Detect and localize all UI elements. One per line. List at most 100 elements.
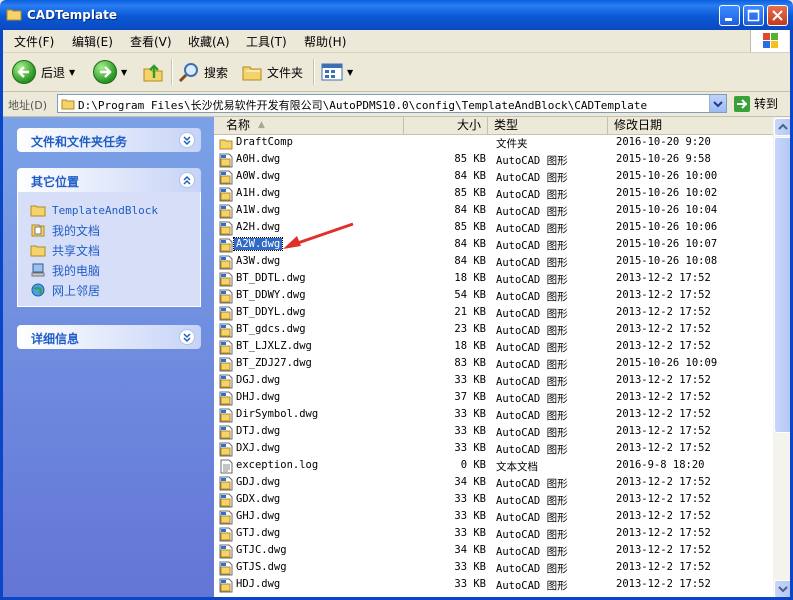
- close-button[interactable]: [767, 5, 788, 26]
- explorer-window: CADTemplate 文件(F) 编辑(E) 查看(V) 收藏(A) 工具(T…: [0, 0, 793, 600]
- file-row[interactable]: BT_ZDJ27.dwg 83 KB AutoCAD 图形 2015-10-26 10…: [214, 356, 774, 373]
- file-row[interactable]: GDJ.dwg 34 KB AutoCAD 图形 2013-12-2 17:52: [214, 475, 774, 492]
- search-button[interactable]: 搜索: [178, 57, 228, 87]
- column-date[interactable]: 修改日期: [608, 117, 774, 134]
- link-network-places[interactable]: 网上邻居: [30, 280, 200, 300]
- file-date: 2013-12-2 17:52: [616, 544, 711, 556]
- minimize-button[interactable]: [719, 5, 740, 26]
- folders-icon: [242, 66, 262, 81]
- panel-title: 文件和文件夹任务: [31, 135, 128, 149]
- panel-header[interactable]: 文件和文件夹任务: [17, 128, 201, 152]
- address-input[interactable]: D:\Program Files\长沙优易软件开发有限公司\AutoPDMS10…: [57, 94, 727, 113]
- title-bar[interactable]: CADTemplate: [0, 0, 793, 30]
- autocad-file-icon: [219, 187, 233, 202]
- file-type: AutoCAD 图形: [496, 529, 568, 541]
- file-row[interactable]: A0H.dwg 85 KB AutoCAD 图形 2015-10-26 9:58: [214, 152, 774, 169]
- file-row[interactable]: HDJ.dwg 33 KB AutoCAD 图形 2013-12-2 17:52: [214, 577, 774, 594]
- menu-edit[interactable]: 编辑(E): [72, 33, 113, 50]
- collapse-chevron-icon[interactable]: [179, 172, 195, 188]
- column-type[interactable]: 类型: [488, 117, 608, 134]
- autocad-file-icon: [219, 374, 233, 389]
- menu-favorites[interactable]: 收藏(A): [188, 33, 230, 50]
- file-size: 37 KB: [454, 391, 486, 403]
- windows-logo-icon: [750, 30, 789, 52]
- file-row[interactable]: DTJ.dwg 33 KB AutoCAD 图形 2013-12-2 17:52: [214, 424, 774, 441]
- window-title: CADTemplate: [27, 8, 117, 22]
- back-dropdown-icon[interactable]: ▼: [69, 68, 75, 77]
- link-my-computer[interactable]: 我的电脑: [30, 260, 200, 280]
- back-arrow-icon: [12, 60, 36, 84]
- file-row[interactable]: DGJ.dwg 33 KB AutoCAD 图形 2013-12-2 17:52: [214, 373, 774, 390]
- menu-view[interactable]: 查看(V): [130, 33, 172, 50]
- link-my-documents[interactable]: 我的文档: [30, 220, 200, 240]
- file-row[interactable]: A3W.dwg 84 KB AutoCAD 图形 2015-10-26 10:08: [214, 254, 774, 271]
- go-button[interactable]: 转到: [734, 95, 778, 112]
- panel-header[interactable]: 其它位置: [17, 168, 201, 192]
- file-size: 33 KB: [454, 374, 486, 386]
- file-type: AutoCAD 图形: [496, 172, 568, 184]
- file-row[interactable]: GHJ.dwg 33 KB AutoCAD 图形 2013-12-2 17:52: [214, 509, 774, 526]
- autocad-file-icon: [219, 221, 233, 236]
- file-type: AutoCAD 图形: [496, 325, 568, 337]
- file-row[interactable]: BT_gdcs.dwg 23 KB AutoCAD 图形 2013-12-2 17:5…: [214, 322, 774, 339]
- file-size: 33 KB: [454, 561, 486, 573]
- expand-chevron-icon[interactable]: [179, 329, 195, 345]
- address-label: 地址(D): [8, 99, 48, 112]
- maximize-button[interactable]: [743, 5, 764, 26]
- file-row[interactable]: DraftComp 文件夹 2016-10-20 9:20: [214, 135, 774, 152]
- file-type: AutoCAD 图形: [496, 478, 568, 490]
- file-type: AutoCAD 图形: [496, 495, 568, 507]
- file-row[interactable]: BT_DDTL.dwg 18 KB AutoCAD 图形 2013-12-2 17:5…: [214, 271, 774, 288]
- folders-button[interactable]: 文件夹: [241, 57, 303, 87]
- menu-file[interactable]: 文件(F): [14, 33, 54, 50]
- link-templateandblock[interactable]: TemplateAndBlock: [30, 200, 200, 220]
- views-button[interactable]: ▼: [321, 57, 353, 87]
- panel-header[interactable]: 详细信息: [17, 325, 201, 349]
- autocad-file-icon: [219, 306, 233, 321]
- views-dropdown-icon[interactable]: ▼: [347, 68, 353, 77]
- menu-tools[interactable]: 工具(T): [246, 33, 287, 50]
- file-date: 2013-12-2 17:52: [616, 306, 711, 318]
- file-row[interactable]: GTJS.dwg 33 KB AutoCAD 图形 2013-12-2 17:52: [214, 560, 774, 577]
- column-name[interactable]: 名称 ▲: [214, 117, 404, 134]
- back-button[interactable]: 后退 ▼: [12, 57, 75, 87]
- file-row[interactable]: BT_LJXLZ.dwg 18 KB AutoCAD 图形 2013-12-2 17:…: [214, 339, 774, 356]
- file-row[interactable]: exception.log 0 KB 文本文档 2016-9-8 18:20: [214, 458, 774, 475]
- file-name: GTJ.dwg: [236, 527, 281, 539]
- forward-dropdown-icon[interactable]: ▼: [121, 68, 127, 77]
- file-row[interactable]: BT_DDWY.dwg 54 KB AutoCAD 图形 2013-12-2 17:5…: [214, 288, 774, 305]
- column-size[interactable]: 大小: [404, 117, 488, 134]
- expand-chevron-icon[interactable]: [179, 132, 195, 148]
- menu-help[interactable]: 帮助(H): [304, 33, 346, 50]
- up-folder-button[interactable]: [142, 57, 164, 87]
- file-size: 33 KB: [454, 408, 486, 420]
- toolbar-separator: [171, 59, 173, 85]
- file-type: AutoCAD 图形: [496, 257, 568, 269]
- file-name: BT_DDYL.dwg: [236, 306, 306, 318]
- file-row[interactable]: GDX.dwg 33 KB AutoCAD 图形 2013-12-2 17:52: [214, 492, 774, 509]
- file-type: AutoCAD 图形: [496, 240, 568, 252]
- link-shared-documents[interactable]: 共享文档: [30, 240, 200, 260]
- file-row[interactable]: DHJ.dwg 37 KB AutoCAD 图形 2013-12-2 17:52: [214, 390, 774, 407]
- file-row[interactable]: GTJ.dwg 33 KB AutoCAD 图形 2013-12-2 17:52: [214, 526, 774, 543]
- file-row[interactable]: A1H.dwg 85 KB AutoCAD 图形 2015-10-26 10:02: [214, 186, 774, 203]
- up-folder-icon: [143, 64, 163, 82]
- file-row[interactable]: DXJ.dwg 33 KB AutoCAD 图形 2013-12-2 17:52: [214, 441, 774, 458]
- file-type: AutoCAD 图形: [496, 155, 568, 167]
- standard-toolbar: 后退 ▼ ▼ 搜索 文件夹 ▼: [0, 53, 793, 92]
- file-rows: DraftComp 文件夹 2016-10-20 9:20 A0H.dwg 85 KB A…: [214, 135, 774, 594]
- back-label: 后退: [41, 65, 66, 80]
- forward-button[interactable]: ▼: [93, 57, 127, 87]
- file-row[interactable]: A1W.dwg 84 KB AutoCAD 图形 2015-10-26 10:04: [214, 203, 774, 220]
- file-row[interactable]: A0W.dwg 84 KB AutoCAD 图形 2015-10-26 10:00: [214, 169, 774, 186]
- file-size: 54 KB: [454, 289, 486, 301]
- file-size: 85 KB: [454, 187, 486, 199]
- window-border: [0, 30, 3, 600]
- autocad-file-icon: [219, 153, 233, 168]
- folder-icon: [61, 99, 75, 110]
- file-row[interactable]: GTJC.dwg 34 KB AutoCAD 图形 2013-12-2 17:52: [214, 543, 774, 560]
- file-row[interactable]: DirSymbol.dwg 33 KB AutoCAD 图形 2013-12-2 17…: [214, 407, 774, 424]
- file-row[interactable]: BT_DDYL.dwg 21 KB AutoCAD 图形 2013-12-2 17:5…: [214, 305, 774, 322]
- address-dropdown-button[interactable]: [709, 95, 726, 112]
- file-type: AutoCAD 图形: [496, 393, 568, 405]
